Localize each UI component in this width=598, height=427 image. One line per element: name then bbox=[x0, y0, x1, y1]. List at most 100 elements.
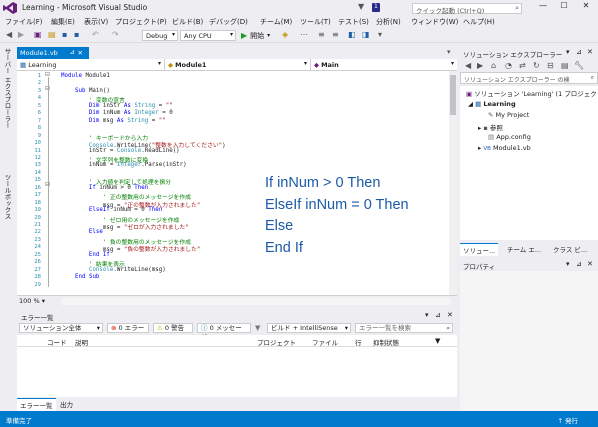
publish-button[interactable]: ↑ 発行 bbox=[557, 415, 578, 425]
tab-team-explorer[interactable]: チーム エ... bbox=[504, 243, 544, 255]
home-icon[interactable]: ⌂ bbox=[491, 61, 496, 70]
configuration-dropdown[interactable]: Debug ▾ bbox=[142, 30, 178, 41]
menu-build[interactable]: ビルド(B) bbox=[172, 17, 203, 27]
errors-filter-button[interactable]: ⊗ 0 エラー bbox=[107, 323, 149, 333]
menu-tools[interactable]: ツール(T) bbox=[300, 17, 331, 27]
code-line[interactable]: Else bbox=[61, 229, 103, 235]
code-line[interactable]: Console.WriteLine(msg) bbox=[61, 267, 166, 273]
show-all-icon[interactable]: ▤ bbox=[561, 61, 569, 70]
column-description[interactable]: 説明 bbox=[75, 337, 88, 347]
tree-item-project[interactable]: ◢ ▦ Learning bbox=[468, 100, 516, 108]
filter-icon[interactable]: ▼ bbox=[358, 2, 364, 11]
column-project[interactable]: プロジェクト bbox=[257, 337, 296, 347]
tree-item-module1[interactable]: ▸ VB Module1.vb bbox=[478, 144, 531, 152]
forward-icon[interactable]: ▶ bbox=[18, 30, 24, 39]
filter-icon[interactable]: ▼ bbox=[255, 324, 260, 332]
tab-overflow-icon[interactable]: ▾ bbox=[447, 48, 451, 56]
code-line[interactable]: inNum = Integer.Parse(inStr) bbox=[61, 162, 187, 168]
maximize-button[interactable]: ☐ bbox=[556, 1, 572, 14]
dropdown-icon[interactable]: ▾ bbox=[566, 260, 570, 268]
bookmark-icon[interactable]: ⋯ bbox=[300, 30, 308, 39]
menu-help[interactable]: ヘルプ(H) bbox=[463, 17, 495, 27]
collapse-icon[interactable]: ⊟ bbox=[45, 181, 50, 188]
uncomment-icon[interactable]: ≡ bbox=[332, 30, 339, 39]
properties-icon[interactable]: 🔧︎ bbox=[574, 61, 584, 70]
pin-icon[interactable]: ⊿ bbox=[70, 48, 75, 56]
menu-team[interactable]: チーム(M) bbox=[260, 17, 292, 27]
code-line[interactable]: Sub Main() bbox=[61, 88, 110, 94]
error-search-input[interactable]: エラー一覧を検索 ⌕ bbox=[355, 323, 453, 333]
code-line[interactable]: Dim inNum As Integer = 0 bbox=[61, 110, 173, 116]
code-line[interactable]: End If bbox=[61, 252, 110, 258]
dropdown-icon[interactable]: ▾ bbox=[425, 311, 429, 319]
messages-filter-button[interactable]: ⓘ 0 メッセージ bbox=[197, 323, 251, 341]
platform-dropdown[interactable]: Any CPU ▾ bbox=[180, 30, 236, 41]
scroll-thumb[interactable] bbox=[450, 75, 456, 115]
menu-view[interactable]: 表示(V) bbox=[84, 17, 108, 27]
horizontal-scrollbar[interactable] bbox=[61, 298, 451, 305]
refresh-icon[interactable]: ↻ bbox=[533, 61, 540, 70]
server-explorer-tab[interactable]: サーバー エクスプローラー bbox=[2, 48, 12, 128]
zoom-dropdown[interactable]: 100 % ▾ bbox=[19, 297, 45, 305]
code-line[interactable]: inStr = Console.ReadLine() bbox=[61, 148, 180, 154]
undo-icon[interactable]: ↶ bbox=[92, 30, 99, 39]
document-tab[interactable]: Module1.vb ⊿ ✕ bbox=[17, 47, 89, 59]
warnings-filter-button[interactable]: ⚠ 0 警告 bbox=[153, 323, 193, 333]
code-line[interactable]: End Sub bbox=[61, 274, 99, 280]
close-icon[interactable]: ✕ bbox=[78, 49, 83, 57]
bookmark-prev-icon[interactable]: ◧ bbox=[348, 30, 356, 39]
code-line[interactable]: Module Module1 bbox=[61, 73, 110, 79]
history-icon[interactable]: ◔ bbox=[505, 61, 512, 70]
tab-solution-explorer[interactable]: ソリュー... bbox=[460, 243, 499, 256]
redo-icon[interactable]: ↷ bbox=[112, 30, 119, 39]
menu-debug[interactable]: デバッグ(D) bbox=[209, 17, 248, 27]
module-dropdown[interactable]: ◆ Module1 ▾ bbox=[165, 59, 311, 71]
code-line[interactable]: Dim msg As String = "" bbox=[61, 118, 166, 124]
menu-test[interactable]: テスト(S) bbox=[338, 17, 369, 27]
tree-item-app-config[interactable]: ▤ App.config bbox=[488, 133, 531, 141]
solution-search-input[interactable]: ソリューション エクスプローラー の検 ⌕ bbox=[460, 72, 598, 84]
member-dropdown[interactable]: ◆ Main ▾ bbox=[311, 59, 457, 71]
menu-analyze[interactable]: 分析(N) bbox=[376, 17, 401, 27]
save-icon[interactable]: ▪ bbox=[62, 30, 67, 39]
minimize-button[interactable]: — bbox=[535, 1, 551, 14]
quick-launch-input[interactable]: クイック起動 (Ctrl+Q) ⌕ bbox=[412, 3, 522, 15]
close-icon[interactable]: ✕ bbox=[447, 311, 453, 319]
tree-item-solution[interactable]: ▣ ソリューション 'Learning' (1 プロジェクト) bbox=[466, 88, 598, 98]
sync-icon[interactable]: ⇄ bbox=[519, 61, 526, 70]
pin-icon[interactable]: ⊿ bbox=[576, 48, 582, 56]
pin-icon[interactable]: ⊿ bbox=[435, 311, 441, 319]
save-all-icon[interactable]: ▪ bbox=[74, 30, 79, 39]
back-icon[interactable]: ◀ bbox=[465, 61, 471, 70]
start-button[interactable]: ▶ 開始 ▾ bbox=[241, 30, 270, 41]
menu-file[interactable]: ファイル(F) bbox=[5, 17, 43, 27]
menu-project[interactable]: プロジェクト(P) bbox=[115, 17, 167, 27]
overflow-icon[interactable]: ▾ bbox=[378, 30, 382, 39]
tab-output[interactable]: 出力 bbox=[57, 398, 76, 410]
menu-edit[interactable]: 編集(E) bbox=[51, 17, 75, 27]
code-line[interactable]: ElseIf inNum = 0 Then bbox=[61, 207, 162, 213]
column-code[interactable]: コード bbox=[47, 337, 67, 347]
dropdown-icon[interactable]: ▾ bbox=[566, 48, 570, 56]
close-icon[interactable]: ✕ bbox=[587, 260, 593, 268]
new-project-icon[interactable]: ▣ bbox=[34, 30, 42, 39]
close-icon[interactable]: ✕ bbox=[587, 48, 593, 56]
build-filter-dropdown[interactable]: ビルド + IntelliSense ▾ bbox=[267, 323, 351, 333]
pin-icon[interactable]: ⊿ bbox=[576, 260, 582, 268]
collapse-all-icon[interactable]: ⊟ bbox=[547, 61, 554, 70]
find-icon[interactable]: ◈ bbox=[282, 30, 288, 39]
toolbox-tab[interactable]: ツールボックス bbox=[2, 174, 12, 220]
comment-icon[interactable]: ≡ bbox=[318, 30, 325, 39]
column-line[interactable]: 行 bbox=[355, 337, 362, 347]
code-line[interactable]: If inNum > 0 Then bbox=[61, 185, 148, 191]
notification-badge[interactable]: 1 bbox=[372, 3, 380, 12]
menu-window[interactable]: ウィンドウ(W) bbox=[411, 17, 458, 27]
back-icon[interactable]: ◀ bbox=[6, 30, 12, 39]
forward-icon[interactable]: ▶ bbox=[477, 61, 483, 70]
open-file-icon[interactable]: ▤ bbox=[48, 30, 56, 39]
column-file[interactable]: ファイル bbox=[312, 337, 338, 347]
tab-class-view[interactable]: クラス ビ... bbox=[550, 243, 590, 255]
close-button[interactable]: ✕ bbox=[578, 1, 594, 14]
column-suppression[interactable]: 抑制状態 bbox=[373, 337, 399, 347]
scope-dropdown[interactable]: ソリューション全体 ▾ bbox=[19, 323, 103, 333]
